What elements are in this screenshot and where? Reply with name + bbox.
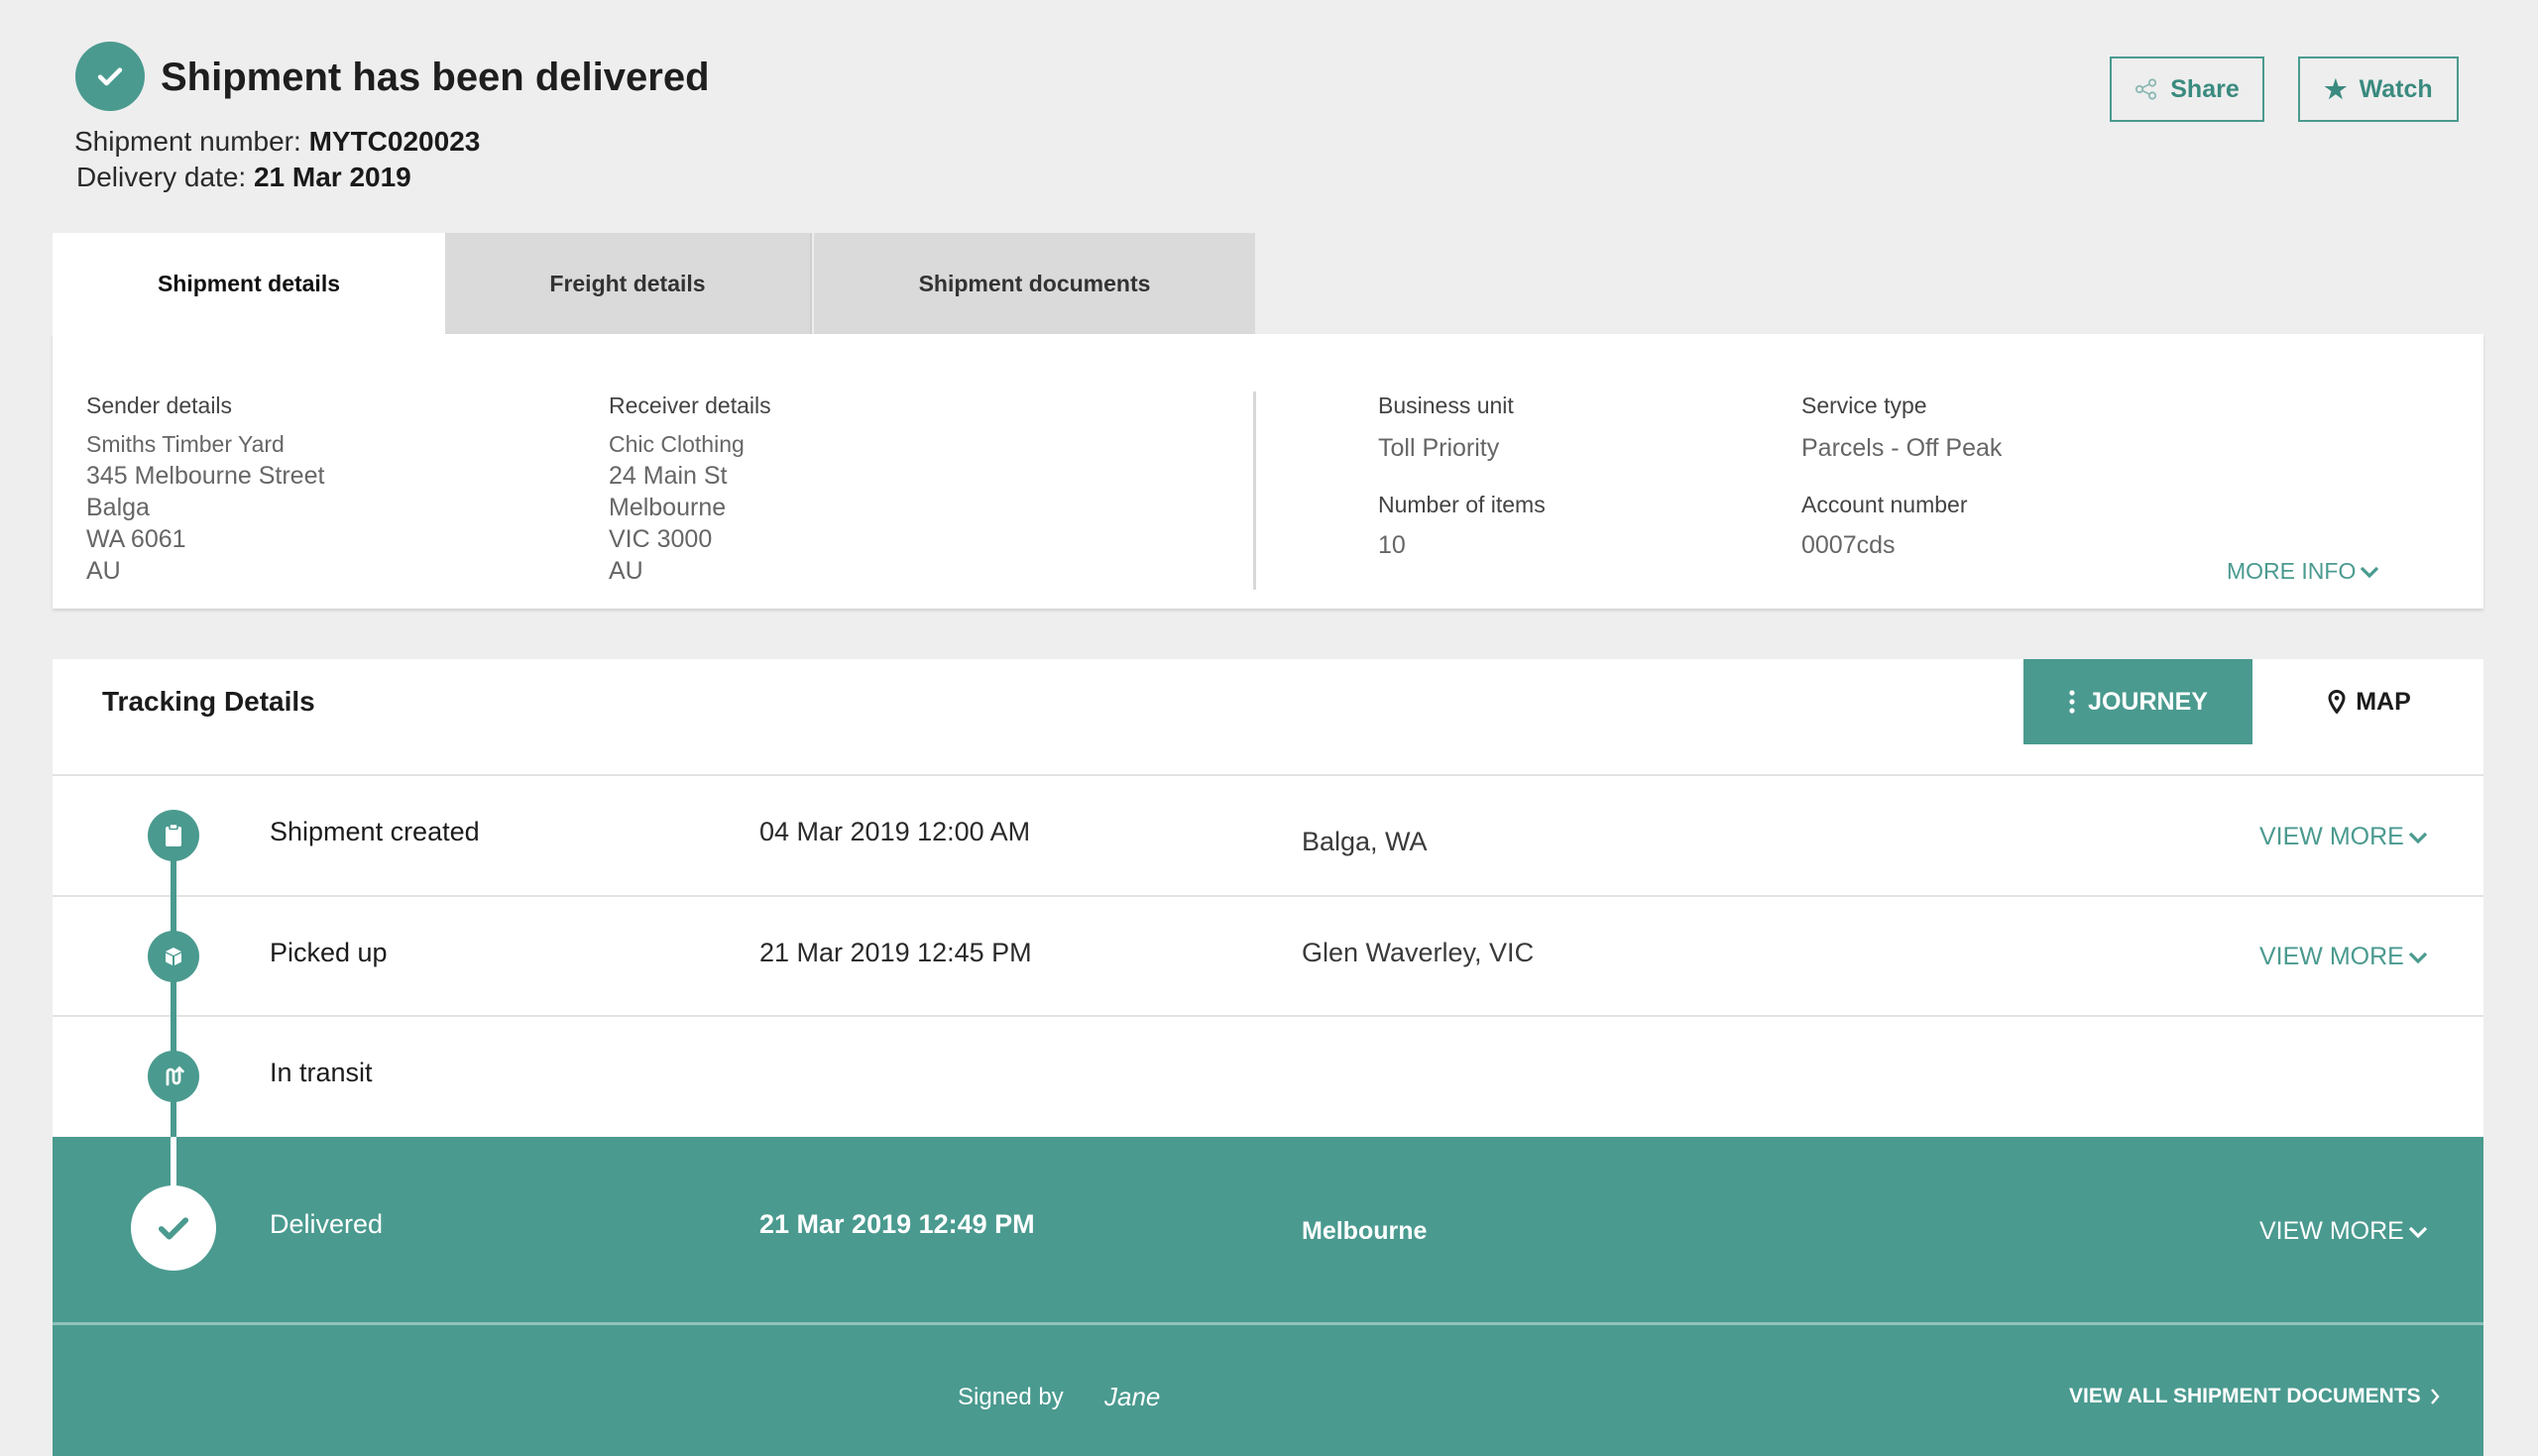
- sender-address: Smiths Timber Yard 345 Melbourne Street …: [86, 431, 325, 585]
- journey-view-button[interactable]: JOURNEY: [2023, 659, 2252, 744]
- chevron-down-icon: [2408, 1226, 2427, 1238]
- signature-name: Jane: [1104, 1382, 1161, 1411]
- event-datetime: 21 Mar 2019 12:49 PM: [759, 1209, 1035, 1239]
- business-unit-label: Business unit: [1378, 392, 1514, 418]
- delivered-row: [53, 1137, 2483, 1323]
- delivered-check-icon: [75, 42, 145, 111]
- event-datetime: 21 Mar 2019 12:45 PM: [759, 938, 1032, 967]
- page-title: Shipment has been delivered: [161, 56, 710, 99]
- shipment-details-panel: [53, 334, 2483, 609]
- shipment-number: Shipment number: MYTC020023: [74, 126, 481, 157]
- items-label: Number of items: [1378, 492, 1546, 517]
- delivery-date: Delivery date: 21 Mar 2019: [76, 162, 411, 192]
- tab-shipment-details[interactable]: Shipment details: [53, 233, 445, 334]
- event-datetime: 04 Mar 2019 12:00 AM: [759, 817, 1031, 846]
- chevron-down-icon: [2408, 832, 2427, 843]
- signed-by-label: Signed by: [958, 1384, 1064, 1410]
- view-more-link[interactable]: VIEW MORE: [2259, 943, 2428, 971]
- chevron-down-icon: [2361, 566, 2379, 578]
- event-location: Melbourne: [1302, 1217, 1428, 1245]
- sender-details-label: Sender details: [86, 392, 233, 418]
- timeline-line: [171, 1137, 176, 1188]
- view-all-documents-link[interactable]: VIEW ALL SHIPMENT DOCUMENTS: [2069, 1385, 2441, 1408]
- details-divider: [1253, 392, 1256, 590]
- watch-button[interactable]: ★ Watch: [2298, 56, 2459, 122]
- event-location: Glen Waverley, VIC: [1302, 938, 1535, 967]
- more-info-link[interactable]: MORE INFO: [2227, 558, 2379, 585]
- clipboard-icon: [148, 810, 199, 861]
- service-type-value: Parcels - Off Peak: [1801, 434, 2003, 462]
- row-divider: [53, 895, 2483, 897]
- tab-shipment-documents[interactable]: Shipment documents: [814, 233, 1255, 334]
- tracking-title: Tracking Details: [102, 686, 315, 717]
- receiver-address: Chic Clothing 24 Main St Melbourne VIC 3…: [609, 431, 745, 585]
- delivery-date-value: 21 Mar 2019: [253, 162, 411, 192]
- event-name: Picked up: [270, 938, 388, 967]
- view-more-link[interactable]: VIEW MORE: [2259, 823, 2428, 851]
- parcel-icon: [148, 931, 199, 982]
- chevron-right-icon: [2430, 1389, 2440, 1404]
- tab-freight-details[interactable]: Freight details: [445, 233, 812, 334]
- journey-dots-icon: [2069, 690, 2075, 714]
- view-more-link[interactable]: VIEW MORE: [2259, 1217, 2428, 1246]
- account-number-value: 0007cds: [1801, 531, 1896, 559]
- share-button[interactable]: Share: [2110, 56, 2264, 122]
- row-divider: [53, 774, 2483, 776]
- transit-route-icon: [148, 1051, 199, 1102]
- star-icon: ★: [2324, 74, 2348, 104]
- event-name: Shipment created: [270, 817, 480, 846]
- event-location: Balga, WA: [1302, 827, 1428, 856]
- map-view-button[interactable]: MAP: [2290, 659, 2449, 744]
- share-icon: [2135, 78, 2157, 100]
- business-unit-value: Toll Priority: [1378, 434, 1500, 462]
- map-pin-icon: [2328, 690, 2346, 714]
- receiver-details-label: Receiver details: [609, 392, 771, 418]
- delivered-check-icon: [131, 1185, 216, 1271]
- account-number-label: Account number: [1801, 492, 1968, 517]
- shipment-number-value: MYTC020023: [308, 126, 481, 157]
- event-name: Delivered: [270, 1209, 384, 1239]
- items-value: 10: [1378, 531, 1406, 559]
- chevron-down-icon: [2408, 952, 2427, 963]
- row-divider: [53, 1015, 2483, 1017]
- service-type-label: Service type: [1801, 392, 1927, 418]
- event-name: In transit: [270, 1058, 373, 1087]
